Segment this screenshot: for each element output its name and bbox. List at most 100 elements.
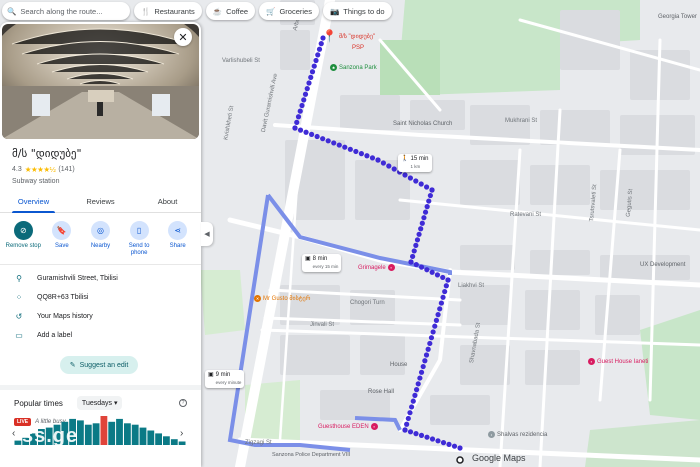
walking-route-dot bbox=[413, 242, 419, 248]
walking-route-dot bbox=[425, 346, 431, 352]
poi-georgia-tower[interactable]: Georgia Tower bbox=[658, 14, 697, 20]
bus-duration-card[interactable]: ▣ 8 min every 15 min bbox=[302, 254, 342, 272]
walking-route-dot bbox=[420, 363, 426, 370]
walk-duration-card[interactable]: 🚶 15 min 1 km bbox=[398, 154, 432, 172]
walking-route-dot bbox=[407, 429, 414, 435]
poi-ux-development[interactable]: UX Development bbox=[640, 262, 685, 268]
chevron-right-icon[interactable]: › bbox=[180, 428, 183, 439]
walking-route-dot bbox=[314, 133, 320, 140]
chip-restaurants[interactable]: 🍴 Restaurants bbox=[134, 2, 202, 20]
chevron-left-icon: ◀ bbox=[204, 231, 210, 238]
plus-code-row[interactable]: ⁘ QQ8R+63 Tbilisi bbox=[0, 288, 201, 307]
walking-route-dot bbox=[320, 136, 326, 142]
walking-route-dot bbox=[418, 226, 424, 232]
poi-rose-hall[interactable]: Rose Hall bbox=[368, 389, 394, 395]
close-button[interactable]: ✕ bbox=[174, 28, 192, 46]
walking-route-dot bbox=[292, 125, 298, 131]
rating-row[interactable]: 4.3 ★★★★½ (141) bbox=[12, 165, 201, 174]
cart-icon: 🛒 bbox=[266, 6, 276, 16]
poi-psp[interactable]: PSP bbox=[352, 45, 364, 51]
chip-coffee[interactable]: ☕ Coffee bbox=[205, 2, 256, 20]
close-icon: ✕ bbox=[178, 31, 188, 44]
poi-shalvas[interactable]: • Shalvas rezidencia bbox=[488, 431, 547, 438]
tab-overview[interactable]: Overview bbox=[0, 193, 67, 213]
collapse-panel-button[interactable]: ◀ bbox=[201, 222, 213, 246]
poi-label: Saint Nicholas Church bbox=[393, 121, 453, 127]
walking-route-dot bbox=[429, 269, 435, 275]
route-end-marker[interactable] bbox=[456, 456, 464, 464]
walking-route-dot bbox=[413, 387, 420, 393]
walking-route-dot bbox=[445, 277, 451, 283]
poi-house[interactable]: House bbox=[390, 362, 407, 368]
poi-mr-gusto[interactable]: ✕ Mr Gusto მისტერ bbox=[254, 295, 310, 302]
address-row[interactable]: ⚲ Guramishvili Street, Tbilisi bbox=[0, 269, 201, 288]
plus-code-icon: ⁘ bbox=[15, 293, 23, 302]
walking-route-dot bbox=[410, 253, 416, 260]
walking-route-dot bbox=[440, 294, 446, 300]
walking-route-dot bbox=[422, 358, 428, 364]
poi-sanzona-park[interactable]: ♣ Sanzona Park bbox=[330, 64, 377, 71]
chip-groceries[interactable]: 🛒 Groceries bbox=[259, 2, 319, 20]
destination-pin[interactable]: 📍 მ/ს "დიდუბე" bbox=[322, 29, 375, 43]
popular-bar bbox=[116, 418, 123, 445]
walking-route-dot bbox=[428, 335, 435, 341]
popular-bar bbox=[124, 423, 131, 445]
share-button[interactable]: ⋖ Share bbox=[160, 221, 196, 264]
walking-route-dot bbox=[442, 288, 448, 295]
metro-duration-card[interactable]: ▣ 9 min every minute bbox=[205, 370, 245, 388]
location-pin-icon: 📍 bbox=[322, 29, 337, 43]
walking-route-dot bbox=[407, 410, 413, 416]
day-dropdown[interactable]: Tuesdays ▾ bbox=[76, 396, 123, 410]
restaurant-icon: ✕ bbox=[254, 295, 261, 302]
walking-route-dot bbox=[421, 215, 427, 221]
poi-guest-house-ianeti[interactable]: ▪ Guest House Ianeti bbox=[588, 358, 648, 365]
popular-bar bbox=[139, 427, 147, 445]
walking-route-dot bbox=[424, 184, 430, 190]
walking-route-dot bbox=[437, 306, 443, 312]
walking-route-dot bbox=[413, 178, 419, 184]
poi-police[interactable]: Sanzona Police Department VIII bbox=[272, 452, 350, 458]
send-to-phone-button[interactable]: ▯ Send to phone bbox=[121, 221, 157, 264]
suggest-edit-button[interactable]: ✎ Suggest an edit bbox=[60, 356, 138, 374]
walking-route-dot bbox=[304, 86, 310, 92]
save-button[interactable]: 🔖 Save bbox=[44, 221, 80, 264]
walking-route-dot bbox=[413, 431, 419, 437]
popular-bar bbox=[170, 439, 178, 445]
star-rating: ★★★★½ bbox=[24, 165, 56, 174]
walking-route-dot bbox=[427, 192, 433, 199]
street-label: Mukhrani St bbox=[505, 118, 538, 124]
walking-route-dot bbox=[418, 264, 425, 270]
walking-route-dot bbox=[443, 283, 449, 289]
chip-things-to-do[interactable]: 📷 Things to do bbox=[322, 2, 392, 20]
walking-route-dot bbox=[407, 175, 413, 181]
walking-route-dot bbox=[369, 155, 376, 161]
add-label-row[interactable]: ▭ Add a label bbox=[0, 326, 201, 345]
chevron-left-icon[interactable]: ‹ bbox=[12, 428, 15, 439]
search-input[interactable]: 🔍 Search along the route... bbox=[2, 2, 130, 20]
walking-route-dot bbox=[409, 404, 415, 410]
place-photo[interactable]: ✕ bbox=[2, 24, 199, 139]
poi-grimagele[interactable]: Grimagele ▪ bbox=[358, 264, 395, 271]
walking-route-dot bbox=[432, 323, 438, 329]
maps-history-row[interactable]: ↺ Your Maps history bbox=[0, 307, 201, 326]
send-phone-icon: ▯ bbox=[129, 221, 149, 240]
walking-route-dot bbox=[303, 129, 309, 135]
tab-reviews[interactable]: Reviews bbox=[67, 193, 134, 212]
tab-about[interactable]: About bbox=[134, 193, 201, 212]
walking-route-dot bbox=[309, 131, 315, 137]
help-icon[interactable]: ? bbox=[179, 399, 187, 407]
walk-icon: 🚶 bbox=[401, 156, 409, 162]
hotel-icon: ▪ bbox=[370, 423, 378, 430]
walking-route-dot bbox=[297, 127, 304, 133]
camera-icon: 📷 bbox=[329, 6, 340, 16]
walking-route-dot bbox=[410, 398, 416, 404]
google-maps-logo: Google Maps bbox=[472, 453, 526, 463]
walking-route-dot bbox=[433, 317, 440, 323]
nearby-button[interactable]: ◎ Nearby bbox=[82, 221, 118, 264]
walking-route-dot bbox=[430, 329, 436, 335]
poi-guesthouse-eden[interactable]: Guesthouse EDEN ▪ bbox=[318, 423, 378, 430]
walking-route-dot bbox=[364, 153, 370, 159]
remove-stop-button[interactable]: ⊘ Remove stop bbox=[5, 221, 41, 264]
walking-route-dot bbox=[419, 220, 425, 226]
walking-route-dot bbox=[309, 69, 316, 75]
